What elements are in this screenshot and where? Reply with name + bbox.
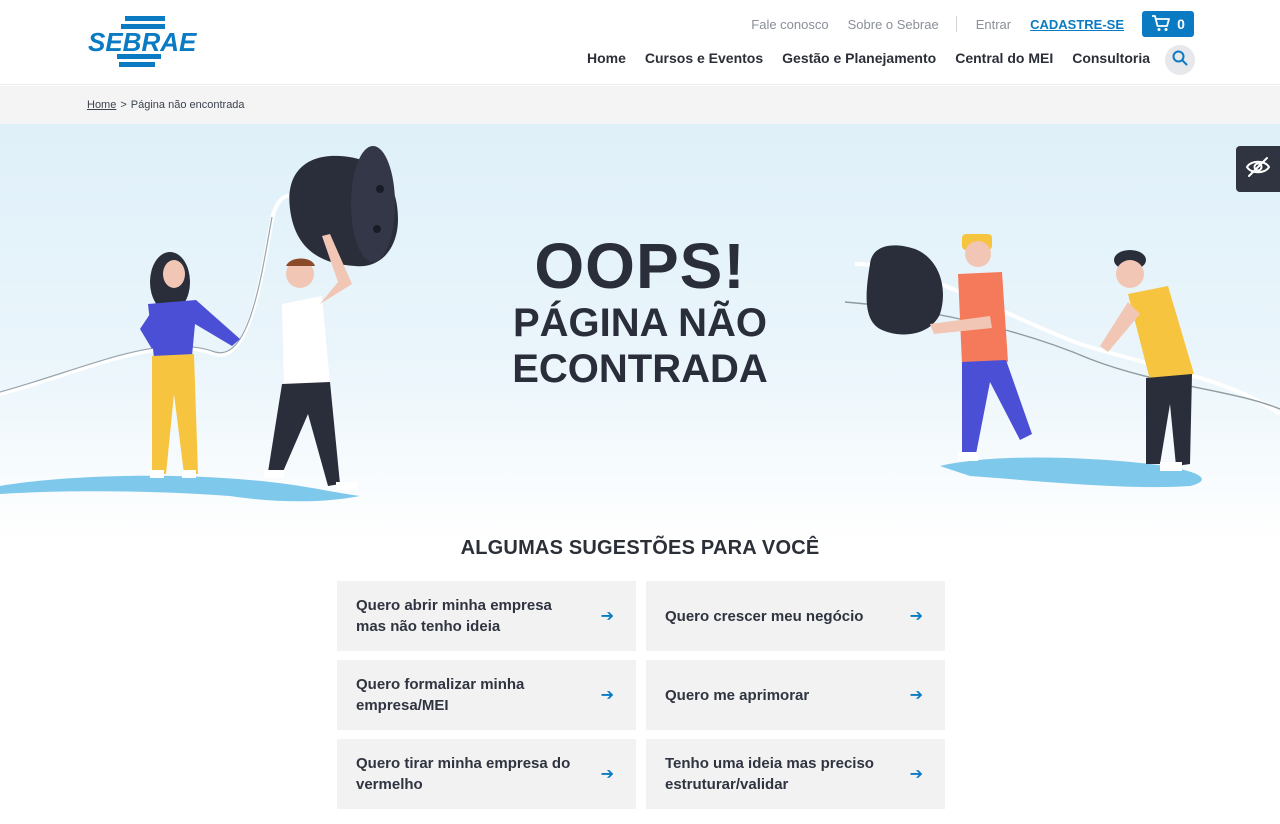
hero-subtitle-line2: ECONTRADA — [512, 347, 768, 391]
breadcrumb-separator: > — [120, 99, 127, 111]
suggestions-title: ALGUMAS SUGESTÕES PARA VOCÊ — [460, 537, 820, 559]
breadcrumb-home[interactable]: Home — [87, 99, 116, 111]
accessibility-toggle[interactable] — [1236, 146, 1280, 192]
suggestion-label: Quero tirar minha empresa do vermelho — [356, 755, 571, 793]
arrow-right-icon: ➔ — [600, 608, 614, 625]
suggestion-label: Quero abrir minha empresa mas não tenho … — [356, 597, 552, 635]
search-button[interactable] — [1165, 45, 1195, 75]
contact-link[interactable]: Fale conosco — [751, 17, 828, 32]
suggestions-grid: Quero abrir minha empresa mas não tenho … — [337, 581, 945, 809]
hero-subtitle-line1: PÁGINA NÃO — [512, 301, 768, 345]
cart-icon — [1151, 14, 1177, 35]
suggestion-card[interactable]: Quero tirar minha empresa do vermelho ➔ — [337, 739, 636, 809]
arrow-right-icon: ➔ — [600, 766, 614, 783]
cart-count: 0 — [1177, 16, 1185, 32]
divider — [955, 16, 957, 32]
arrow-right-icon: ➔ — [909, 687, 923, 704]
eye-slash-icon — [1245, 156, 1271, 183]
breadcrumb: Home > Página não encontrada — [0, 86, 1280, 124]
login-link[interactable]: Entrar — [976, 17, 1011, 32]
nav-courses-events[interactable]: Cursos e Eventos — [645, 50, 763, 66]
hero-banner: OOPS! PÁGINA NÃO ECONTRADA — [0, 124, 1280, 544]
search-icon — [1172, 50, 1188, 71]
suggestion-card[interactable]: Tenho uma ideia mas preciso estruturar/v… — [646, 739, 945, 809]
suggestion-card[interactable]: Quero crescer meu negócio ➔ — [646, 581, 945, 651]
site-header: SEBRAE Fale conosco Sobre o Sebrae Entra… — [0, 0, 1280, 85]
register-link[interactable]: CADASTRE-SE — [1030, 17, 1124, 32]
suggestion-card[interactable]: Quero me aprimorar ➔ — [646, 660, 945, 730]
hero-title: OOPS! — [534, 230, 746, 302]
suggestion-label: Quero formalizar minha empresa/MEI — [356, 676, 525, 714]
suggestion-label: Tenho uma ideia mas preciso estruturar/v… — [665, 755, 874, 793]
arrow-right-icon: ➔ — [909, 766, 923, 783]
cart-button[interactable]: 0 — [1142, 11, 1194, 37]
nav-home[interactable]: Home — [587, 50, 626, 66]
nav-consulting[interactable]: Consultoria — [1072, 50, 1150, 66]
suggestion-card[interactable]: Quero formalizar minha empresa/MEI ➔ — [337, 660, 636, 730]
breadcrumb-current: Página não encontrada — [130, 99, 245, 111]
about-link[interactable]: Sobre o Sebrae — [848, 17, 939, 32]
top-links: Fale conosco Sobre o Sebrae Entrar CADAS… — [732, 11, 1194, 37]
arrow-right-icon: ➔ — [909, 608, 923, 625]
nav-mei-central[interactable]: Central do MEI — [955, 50, 1053, 66]
hero-subtitle: PÁGINA NÃO ECONTRADA — [0, 300, 1280, 392]
arrow-right-icon: ➔ — [600, 687, 614, 704]
logo-text: SEBRAE — [88, 27, 197, 57]
nav-management-planning[interactable]: Gestão e Planejamento — [782, 50, 936, 66]
suggestion-card[interactable]: Quero abrir minha empresa mas não tenho … — [337, 581, 636, 651]
suggestion-label: Quero me aprimorar — [665, 686, 810, 704]
sebrae-logo[interactable]: SEBRAE — [87, 14, 199, 70]
main-nav: Home Cursos e Eventos Gestão e Planejame… — [568, 50, 1150, 66]
suggestion-label: Quero crescer meu negócio — [665, 607, 864, 625]
